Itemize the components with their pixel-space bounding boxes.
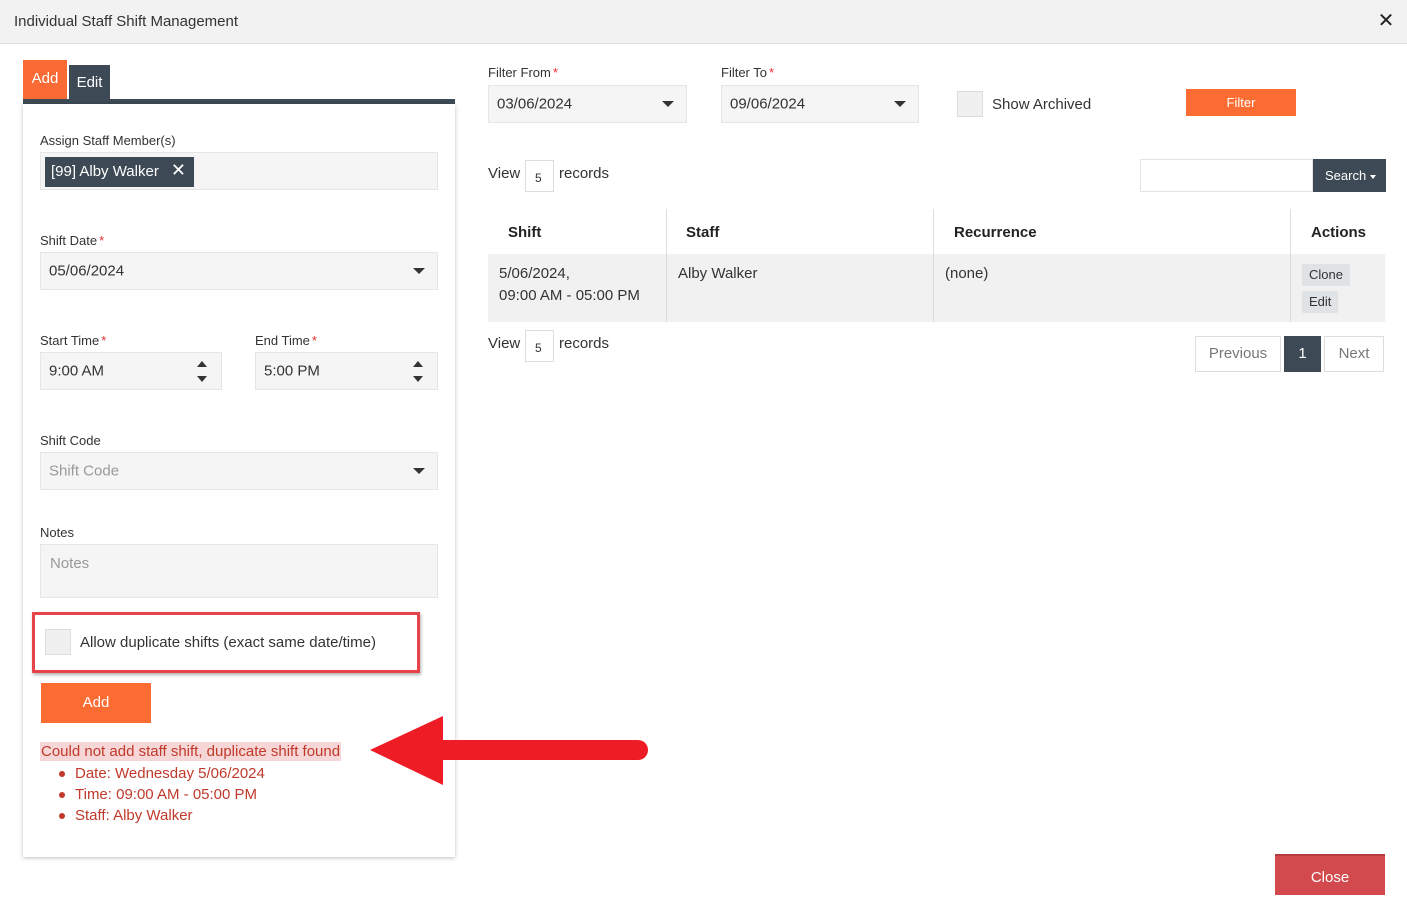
next-page-button[interactable]: Next: [1324, 336, 1384, 372]
shift-code-placeholder: Shift Code: [49, 462, 120, 480]
view-label: View: [488, 335, 521, 352]
chevron-down-icon: [894, 101, 906, 107]
end-time-label: End Time *: [255, 333, 317, 348]
column-divider: [666, 209, 667, 322]
dialog-titlebar: Individual Staff Shift Management ✕: [0, 0, 1407, 44]
shift-date-label: Shift Date *: [40, 233, 105, 248]
error-detail-time: Time: 09:00 AM - 05:00 PM: [57, 784, 265, 805]
assign-staff-label: Assign Staff Member(s): [40, 133, 176, 148]
tab-add[interactable]: Add: [23, 60, 67, 100]
shift-code-label: Shift Code: [40, 433, 101, 448]
staff-chip: [99] Alby Walker ✕: [45, 157, 194, 187]
cell-recurrence: (none): [945, 265, 989, 282]
annotation-arrow-icon: [370, 716, 648, 785]
page-1-button[interactable]: 1: [1284, 336, 1321, 372]
error-heading: Could not add staff shift, duplicate shi…: [40, 742, 342, 761]
filter-from-label: Filter From *: [488, 65, 558, 80]
error-details-list: Date: Wednesday 5/06/2024 Time: 09:00 AM…: [57, 763, 265, 826]
column-header-staff: Staff: [686, 224, 720, 241]
end-time-value: 5:00 PM: [264, 362, 320, 380]
chevron-down-icon: [413, 268, 425, 274]
show-archived-checkbox[interactable]: [957, 91, 983, 117]
tab-edit[interactable]: Edit: [69, 65, 110, 100]
records-label: records: [559, 335, 610, 352]
error-detail-staff: Staff: Alby Walker: [57, 805, 265, 826]
chevron-down-icon: [413, 468, 425, 474]
start-time-field[interactable]: 9:00 AM: [40, 352, 222, 390]
filter-from-value: 03/06/2024: [497, 95, 573, 113]
error-detail-date: Date: Wednesday 5/06/2024: [57, 763, 265, 784]
start-time-value: 9:00 AM: [49, 362, 105, 380]
search-input[interactable]: [1140, 159, 1313, 192]
records-label: records: [559, 165, 610, 182]
close-button[interactable]: Close: [1275, 854, 1385, 895]
records-per-page-input[interactable]: 5: [525, 160, 554, 192]
column-divider: [933, 209, 934, 322]
edit-row-button[interactable]: Edit: [1302, 291, 1339, 313]
notes-placeholder: Notes: [50, 555, 90, 572]
show-archived-label: Show Archived: [992, 96, 1092, 113]
column-header-shift: Shift: [508, 224, 542, 241]
spin-up-icon[interactable]: [413, 361, 423, 367]
staff-multiselect[interactable]: [99] Alby Walker ✕: [40, 152, 438, 190]
search-button[interactable]: Search: [1313, 159, 1386, 192]
previous-page-button[interactable]: Previous: [1195, 336, 1281, 372]
column-divider: [1290, 209, 1291, 322]
shift-date-value: 05/06/2024: [49, 262, 125, 280]
filter-to-value: 09/06/2024: [730, 95, 806, 113]
column-header-actions: Actions: [1311, 224, 1367, 241]
view-label: View: [488, 165, 521, 182]
clone-button[interactable]: Clone: [1302, 264, 1350, 286]
caret-down-icon: [1370, 174, 1377, 179]
add-button[interactable]: Add: [41, 683, 151, 723]
spin-down-icon[interactable]: [413, 376, 423, 382]
notes-textarea[interactable]: Notes: [40, 544, 438, 598]
filter-to-field[interactable]: 09/06/2024: [721, 85, 919, 123]
cell-staff: Alby Walker: [678, 265, 758, 282]
chevron-down-icon: [662, 101, 674, 107]
remove-chip-icon[interactable]: ✕: [171, 161, 186, 179]
spin-up-icon[interactable]: [197, 361, 207, 367]
staff-chip-label: [99] Alby Walker: [51, 163, 159, 180]
cell-shift-time: 09:00 AM - 05:00 PM: [499, 287, 640, 304]
notes-label: Notes: [40, 525, 74, 540]
allow-duplicate-checkbox[interactable]: [45, 629, 71, 655]
start-time-label: Start Time *: [40, 333, 107, 348]
filter-to-label: Filter To *: [721, 65, 775, 80]
dialog-title: Individual Staff Shift Management: [14, 13, 239, 30]
spin-down-icon[interactable]: [197, 376, 207, 382]
allow-duplicate-label: Allow duplicate shifts (exact same date/…: [80, 634, 376, 651]
column-header-recurrence: Recurrence: [954, 224, 1037, 241]
end-time-field[interactable]: 5:00 PM: [255, 352, 438, 390]
close-icon[interactable]: ✕: [1377, 10, 1395, 32]
filter-button[interactable]: Filter: [1186, 89, 1296, 116]
shift-code-select[interactable]: Shift Code: [40, 452, 438, 490]
shift-date-field[interactable]: 05/06/2024: [40, 252, 438, 290]
cell-shift-date: 5/06/2024,: [499, 265, 570, 282]
filter-from-field[interactable]: 03/06/2024: [488, 85, 687, 123]
records-per-page-input[interactable]: 5: [525, 330, 554, 362]
